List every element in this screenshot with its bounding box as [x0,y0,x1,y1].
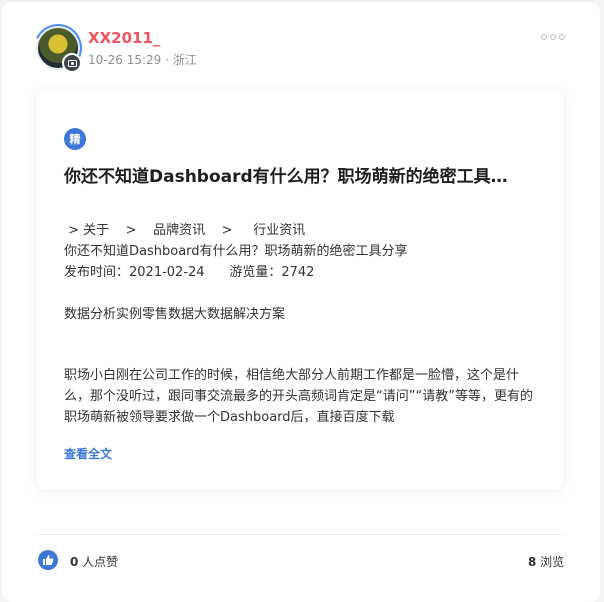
thumbs-up-icon[interactable] [38,550,58,570]
more-icon[interactable] [541,34,565,40]
avatar[interactable] [27,17,89,79]
article-title[interactable]: 你还不知道Dashboard有什么用？职场萌新的绝密工具… [64,162,508,187]
article-card[interactable] [36,90,564,490]
article-category: 数据分析实例零售数据大数据解决方案 [64,307,286,322]
like-count: 0 人点赞 [70,553,118,570]
breadcrumb: > 关于 > 品牌资讯 > 行业资讯 [64,223,306,238]
featured-badge: 精 [64,128,86,150]
post-timestamp: 10-26 15:29 [88,53,162,67]
view-count-label: 浏览 [536,555,565,569]
article-body: 职场小白刚在公司工作的时候，相信绝大部分人前期工作都是一脸懵，这个是什么，那个没… [64,368,533,425]
camera-icon [62,53,82,73]
publish-info: 发布时间：2021-02-24 游览量：2742 [64,265,315,280]
view-count: 8 浏览 [528,553,564,570]
meta-separator: · [165,53,169,67]
read-more-link[interactable]: 查看全文 [64,445,112,462]
post-meta: 10-26 15:29 · 浙江 [88,51,197,68]
divider [36,534,564,535]
post-location: 浙江 [172,53,197,67]
article-subtitle: 你还不知道Dashboard有什么用？职场萌新的绝密工具分享 [64,244,408,259]
like-count-label: 人点赞 [78,555,119,569]
username[interactable]: XX2011_ [88,29,160,47]
